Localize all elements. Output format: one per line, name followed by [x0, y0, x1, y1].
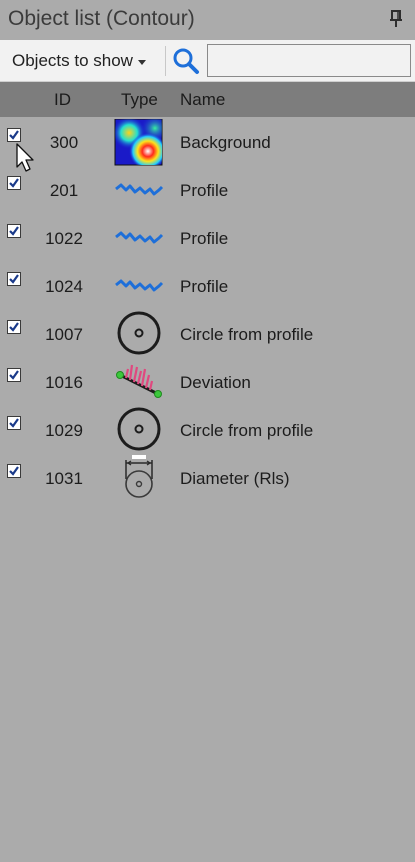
search-icon[interactable]	[171, 46, 201, 76]
object-name: Diameter (Rls)	[180, 469, 290, 488]
search-input[interactable]	[207, 44, 411, 77]
object-id: 1016	[45, 373, 83, 392]
column-header-name[interactable]: Name	[180, 90, 225, 110]
object-id: 1007	[45, 325, 83, 344]
table-row[interactable]: 1031 Diameter (Rls)	[0, 455, 415, 503]
toolbar-divider	[165, 46, 166, 76]
visibility-checkbox[interactable]	[7, 320, 21, 334]
profile-wave-icon	[114, 167, 164, 215]
object-name: Profile	[180, 277, 229, 296]
object-id: 1024	[45, 277, 83, 296]
object-name: Deviation	[180, 373, 251, 392]
table-row[interactable]: 1016 Deviation	[0, 359, 415, 407]
chevron-down-icon	[137, 59, 146, 65]
panel-title: Object list (Contour)	[8, 7, 195, 30]
pin-icon[interactable]	[387, 9, 405, 29]
visibility-checkbox[interactable]	[7, 128, 21, 142]
panel-titlebar: Object list (Contour)	[0, 0, 415, 40]
column-header: ID Type Name	[0, 82, 415, 117]
circle-icon	[114, 407, 164, 455]
objects-to-show-label: Objects to show	[12, 51, 133, 70]
table-row[interactable]: 1022 Profile	[0, 215, 415, 263]
object-name: Circle from profile	[180, 421, 314, 440]
object-id: 1022	[45, 229, 83, 248]
toolbar: Objects to show	[0, 40, 415, 82]
visibility-checkbox[interactable]	[7, 224, 21, 238]
object-list: 300 Background 201 Profile 1022 Profile …	[0, 118, 415, 503]
objects-to-show-dropdown[interactable]: Objects to show	[12, 51, 146, 71]
visibility-checkbox[interactable]	[7, 272, 21, 286]
column-header-type[interactable]: Type	[121, 90, 158, 110]
circle-icon	[114, 311, 164, 359]
object-id: 1029	[45, 421, 83, 440]
column-header-id[interactable]: ID	[54, 90, 71, 110]
heatmap-icon	[114, 118, 164, 167]
profile-wave-icon	[114, 263, 164, 311]
table-row[interactable]: 1007 Circle from profile	[0, 311, 415, 359]
object-id: 1031	[45, 469, 83, 488]
visibility-checkbox[interactable]	[7, 416, 21, 430]
object-name: Profile	[180, 229, 229, 248]
table-row[interactable]: 1029 Circle from profile	[0, 407, 415, 455]
table-row[interactable]: 300 Background	[0, 118, 415, 167]
deviation-icon	[114, 359, 164, 407]
object-name: Background	[180, 133, 271, 152]
table-row[interactable]: 201 Profile	[0, 167, 415, 215]
object-name: Circle from profile	[180, 325, 314, 344]
object-name: Profile	[180, 181, 229, 200]
visibility-checkbox[interactable]	[7, 368, 21, 382]
object-id: 201	[49, 181, 79, 200]
table-row[interactable]: 1024 Profile	[0, 263, 415, 311]
object-id: 300	[49, 133, 79, 152]
profile-wave-icon	[114, 215, 164, 263]
visibility-checkbox[interactable]	[7, 176, 21, 190]
visibility-checkbox[interactable]	[7, 464, 21, 478]
diameter-icon	[114, 455, 164, 503]
